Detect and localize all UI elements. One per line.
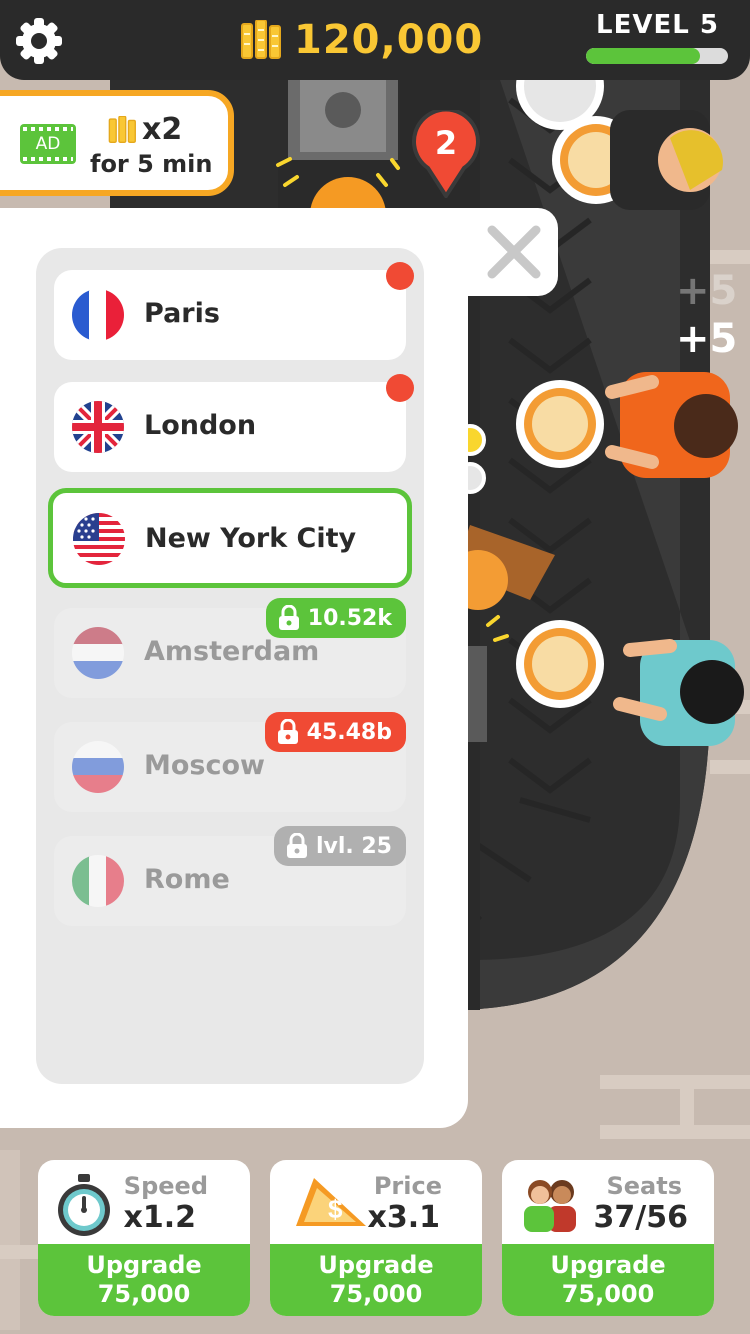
unlock-price: 45.48b: [306, 719, 392, 745]
uk-flag-icon: [72, 401, 124, 453]
lock-icon: [277, 719, 298, 744]
upgrade-label: Upgrade: [86, 1251, 202, 1279]
unlock-price-tag: 10.52k: [265, 598, 406, 638]
coin-stack-icon: [108, 115, 136, 143]
italy-flag-icon: [72, 855, 124, 907]
floating-reward: +5: [676, 316, 738, 362]
upgrade-value: x1.2: [123, 1200, 197, 1235]
price-upgrade-card: $ Price x3.1 Upgrade 75,000: [270, 1160, 482, 1316]
upgrade-title: Seats: [606, 1172, 682, 1200]
upgrade-title: Speed: [123, 1172, 208, 1200]
ad-duration: for 5 min: [90, 150, 213, 178]
speed-upgrade-card: Speed x1.2 Upgrade 75,000: [38, 1160, 250, 1316]
level-label: LEVEL 5: [596, 10, 719, 40]
svg-text:$: $: [328, 1194, 343, 1224]
unlock-level-tag: lvl. 25: [273, 826, 406, 866]
new-badge: [386, 262, 414, 290]
upgrade-label: Upgrade: [318, 1251, 434, 1279]
customers-icon: [524, 1180, 576, 1232]
upgrade-cost: 75,000: [329, 1280, 423, 1308]
city-name: New York City: [145, 523, 357, 554]
city-item-moscow[interactable]: Moscow 45.48b: [54, 712, 406, 812]
upgrade-label: Upgrade: [550, 1251, 666, 1279]
coin-stack-icon: [241, 20, 281, 59]
level-progress-bar: [586, 48, 728, 64]
close-icon[interactable]: [484, 222, 544, 282]
ad-bonus-button[interactable]: AD x2 for 5 min: [0, 90, 234, 196]
city-name: Paris: [144, 298, 220, 329]
france-flag-icon: [72, 289, 124, 341]
floating-reward: +5: [676, 268, 738, 314]
notification-count: 2: [434, 124, 458, 162]
unlock-price-tag: 45.48b: [264, 712, 406, 752]
top-bar: 120,000 LEVEL 5: [0, 0, 750, 80]
pizza-slice-icon: $: [296, 1178, 366, 1226]
lock-icon: [286, 833, 307, 858]
city-item-london[interactable]: London: [54, 374, 414, 472]
lock-icon: [278, 605, 299, 630]
city-name: Amsterdam: [144, 636, 320, 667]
seats-upgrade-card: Seats 37/56 Upgrade 75,000: [502, 1160, 714, 1316]
ad-multiplier-text: x2: [142, 112, 183, 147]
usa-flag-icon: [73, 513, 125, 565]
gear-icon[interactable]: [14, 16, 64, 66]
upgrade-cost: 75,000: [97, 1280, 191, 1308]
stopwatch-icon: [58, 1174, 110, 1236]
ad-icon: AD: [20, 124, 76, 164]
unlock-level: lvl. 25: [315, 833, 392, 859]
coin-balance: 120,000: [240, 14, 483, 66]
seats-upgrade-button[interactable]: Upgrade 75,000: [502, 1244, 714, 1316]
coin-amount: 120,000: [294, 17, 484, 63]
russia-flag-icon: [72, 741, 124, 793]
city-name: Moscow: [144, 750, 265, 781]
unlock-price: 10.52k: [307, 605, 392, 631]
upgrade-value: x3.1: [367, 1200, 441, 1235]
new-badge: [386, 374, 414, 402]
speed-upgrade-button[interactable]: Upgrade 75,000: [38, 1244, 250, 1316]
city-item-rome[interactable]: Rome lvl. 25: [54, 826, 406, 926]
city-item-amsterdam[interactable]: Amsterdam 10.52k: [54, 598, 406, 698]
city-name: Rome: [144, 864, 230, 895]
level-progress-fill: [586, 48, 700, 64]
city-item-paris[interactable]: Paris: [54, 262, 414, 360]
city-name: London: [144, 410, 257, 441]
ad-multiplier: x2: [108, 112, 182, 147]
city-item-new-york-city[interactable]: New York City: [48, 488, 412, 588]
upgrade-cost: 75,000: [561, 1280, 655, 1308]
upgrade-title: Price: [373, 1172, 442, 1200]
upgrade-value: 37/56: [593, 1200, 688, 1235]
price-upgrade-button[interactable]: Upgrade 75,000: [270, 1244, 482, 1316]
netherlands-flag-icon: [72, 627, 124, 679]
notification-pin[interactable]: 2: [412, 107, 480, 200]
